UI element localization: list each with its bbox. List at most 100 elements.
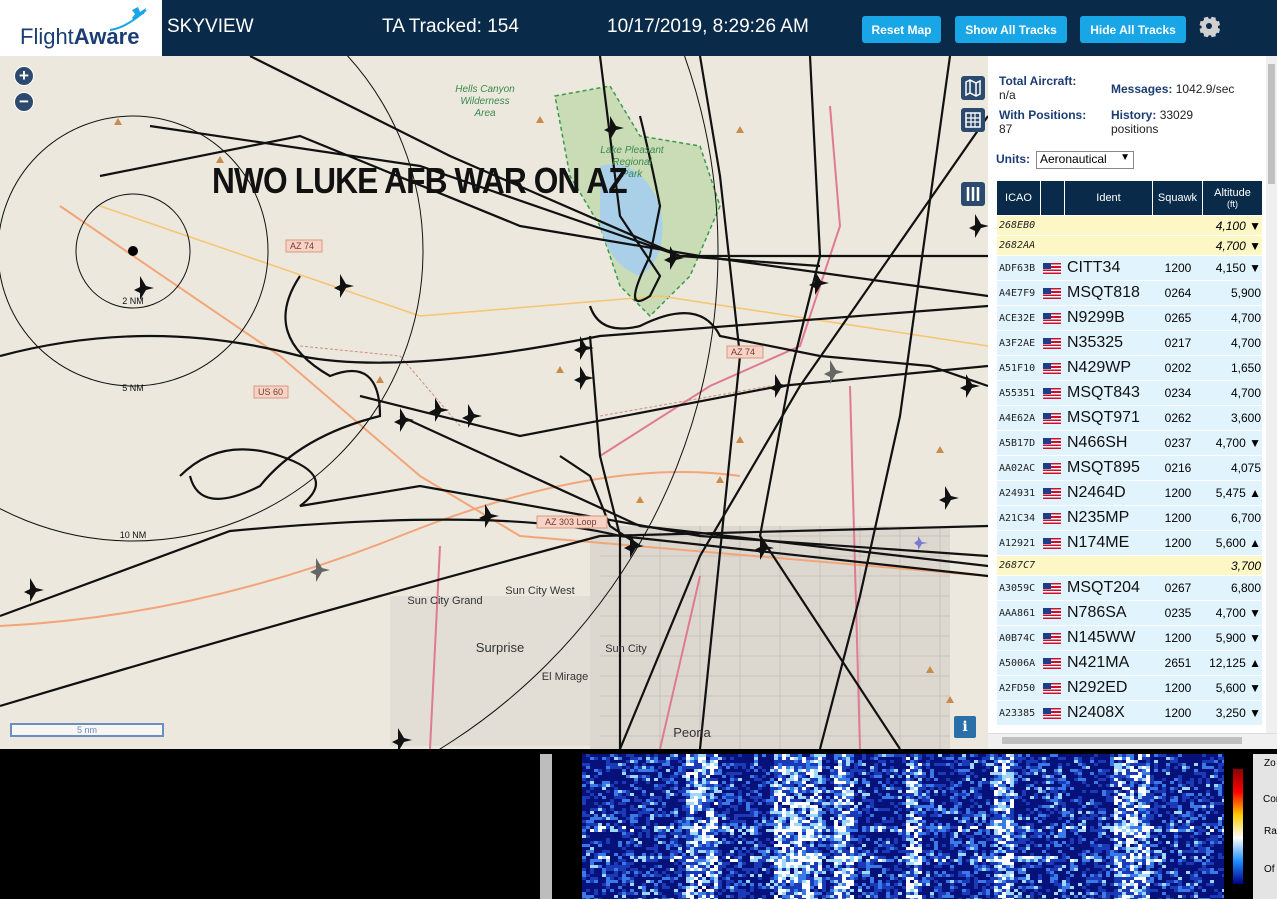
squawk-cell: 1200 xyxy=(1164,706,1192,720)
reset-map-button[interactable]: Reset Map xyxy=(862,16,941,43)
table-row[interactable]: A0B74C N145WW 1200 5,900 ▼ xyxy=(997,626,1262,651)
squawk-cell: 1200 xyxy=(1164,261,1192,275)
altitude-cell: 5,600 ▲ xyxy=(1215,536,1261,550)
flag-cell xyxy=(1043,676,1061,700)
table-row[interactable]: A5006A N421MA 2651 12,125 ▲ xyxy=(997,651,1262,676)
squawk-cell: 0202 xyxy=(1164,361,1192,375)
grid-toggle-button[interactable] xyxy=(961,108,985,132)
road-label: AZ 74 xyxy=(731,347,755,357)
table-row[interactable]: 2682AA 4,700 ▼ xyxy=(997,236,1262,256)
col-icao[interactable]: ICAO xyxy=(997,181,1041,215)
table-row[interactable]: A3F2AE N35325 0217 4,700 xyxy=(997,331,1262,356)
icao-cell: A0B74C xyxy=(999,632,1036,644)
squawk-cell: 1200 xyxy=(1164,681,1192,695)
table-row[interactable]: A4E62A MSQT971 0262 3,600 xyxy=(997,406,1262,431)
table-row[interactable]: 2687C7 3,700 xyxy=(997,556,1262,576)
messages-stat: Messages: 1042.9/sec xyxy=(1111,82,1234,96)
table-row[interactable]: AAA861 N786SA 0235 4,700 ▼ xyxy=(997,601,1262,626)
flag-cell xyxy=(1043,236,1061,255)
col-ident[interactable]: Ident xyxy=(1065,181,1153,215)
place-label: Peoria xyxy=(673,725,711,740)
altitude-cell: 1,650 xyxy=(1230,361,1261,375)
ident-cell xyxy=(1067,236,1153,255)
grid-icon xyxy=(965,112,981,128)
table-row[interactable]: A4E7F9 MSQT818 0264 5,900 xyxy=(997,281,1262,306)
table-row[interactable]: A21C34 N235MP 1200 6,700 xyxy=(997,506,1262,531)
altitude-cell: 4,100 ▼ xyxy=(1215,218,1261,233)
altitude-cell: 4,700 ▼ xyxy=(1215,606,1261,620)
col-altitude-label: Altitude xyxy=(1214,187,1251,199)
clock: 10/17/2019, 8:29:26 AM xyxy=(607,16,809,37)
horizontal-scrollbar-thumb[interactable] xyxy=(1002,737,1242,744)
table-row[interactable]: ACE32E N9299B 0265 4,700 xyxy=(997,306,1262,331)
squawk-cell xyxy=(1155,236,1201,255)
zoom-out-button[interactable]: − xyxy=(14,92,34,112)
table-header: ICAO Ident Squawk Altitude (ft) xyxy=(997,181,1262,215)
us-flag-icon xyxy=(1043,362,1061,374)
show-all-tracks-button[interactable]: Show All Tracks xyxy=(955,16,1067,43)
range-ring-label: 2 NM xyxy=(122,296,144,306)
info-button[interactable]: i xyxy=(954,716,976,738)
us-flag-icon xyxy=(1043,707,1061,719)
flag-cell xyxy=(1043,601,1061,625)
table-row[interactable]: 268EB0 4,100 ▼ xyxy=(997,216,1262,236)
table-row[interactable]: A2FD50 N292ED 1200 5,600 ▼ xyxy=(997,676,1262,701)
column-toggle-button[interactable] xyxy=(961,182,985,206)
flag-cell xyxy=(1043,576,1061,600)
history-unit: positions xyxy=(1111,122,1159,136)
flag-cell xyxy=(1043,651,1061,675)
us-flag-icon xyxy=(1043,287,1061,299)
total-aircraft-value: n/a xyxy=(999,88,1016,102)
units-select[interactable]: Aeronautical ▼ xyxy=(1036,151,1134,169)
table-row[interactable]: ADF63B CITT34 1200 4,150 ▼ xyxy=(997,256,1262,281)
col-flag[interactable] xyxy=(1041,181,1065,215)
squawk-cell: 1200 xyxy=(1164,486,1192,500)
us-flag-icon xyxy=(1043,582,1061,594)
aircraft-table: 268EB0 4,100 ▼ 2682AA 4,700 ▼ ADF63B CITT34 12… xyxy=(997,216,1262,726)
ident-cell xyxy=(1067,556,1153,575)
history-label: History: xyxy=(1111,108,1157,122)
squawk-cell: 1200 xyxy=(1164,631,1192,645)
table-row[interactable]: A12921 N174ME 1200 5,600 ▲ xyxy=(997,531,1262,556)
map-layers-button[interactable] xyxy=(961,76,985,100)
col-squawk[interactable]: Squawk xyxy=(1153,181,1203,215)
zoom-control-label: Zo xyxy=(1264,758,1276,769)
aircraft-sidebar: Total Aircraft: n/a With Positions: 87 M… xyxy=(988,56,1277,749)
squawk-cell: 0262 xyxy=(1164,411,1192,425)
zoom-in-button[interactable]: + xyxy=(14,66,34,86)
us-flag-icon xyxy=(1043,682,1061,694)
units-label: Units: xyxy=(996,152,1030,166)
icao-cell: A2FD50 xyxy=(999,682,1036,694)
table-row[interactable]: A55351 MSQT843 0234 4,700 xyxy=(997,381,1262,406)
table-row[interactable]: A24931 N2464D 1200 5,475 ▲ xyxy=(997,481,1262,506)
squawk-cell: 0235 xyxy=(1164,606,1192,620)
icao-cell: AAA861 xyxy=(999,607,1036,619)
table-row[interactable]: A5B17D N466SH 0237 4,700 ▼ xyxy=(997,431,1262,456)
ident-cell: N292ED xyxy=(1067,679,1128,696)
flag-cell xyxy=(1043,456,1061,480)
hide-all-tracks-button[interactable]: Hide All Tracks xyxy=(1080,16,1186,43)
map-view[interactable]: Hells Canyon Wilderness Area Lake Pleasa… xyxy=(0,56,988,749)
us-flag-icon xyxy=(1043,512,1061,524)
table-row[interactable]: AA02AC MSQT895 0216 4,075 xyxy=(997,456,1262,481)
table-row[interactable]: A3059C MSQT204 0267 6,800 xyxy=(997,576,1262,601)
total-aircraft-label: Total Aircraft: xyxy=(999,74,1077,88)
squawk-cell: 1200 xyxy=(1164,511,1192,525)
icao-cell: AA02AC xyxy=(999,462,1036,474)
us-flag-icon xyxy=(1043,262,1061,274)
col-altitude[interactable]: Altitude (ft) xyxy=(1203,181,1262,215)
flag-cell xyxy=(1043,281,1061,305)
scale-bar: 5 nm xyxy=(10,723,164,737)
panel-divider[interactable] xyxy=(540,754,552,899)
flightaware-logo[interactable]: FlightAware xyxy=(0,0,162,56)
flag-cell xyxy=(1043,506,1061,530)
ident-cell: N35325 xyxy=(1067,334,1124,351)
place-label: Area xyxy=(473,108,496,119)
ident-cell: MSQT818 xyxy=(1067,284,1140,301)
table-row[interactable]: A23385 N2408X 1200 3,250 ▼ xyxy=(997,701,1262,726)
gear-icon[interactable] xyxy=(1197,14,1221,38)
table-row[interactable]: A51F10 N429WP 0202 1,650 xyxy=(997,356,1262,381)
vertical-scrollbar-thumb[interactable] xyxy=(1268,64,1275,184)
us-flag-icon xyxy=(1043,632,1061,644)
units-select-value: Aeronautical xyxy=(1040,152,1107,166)
